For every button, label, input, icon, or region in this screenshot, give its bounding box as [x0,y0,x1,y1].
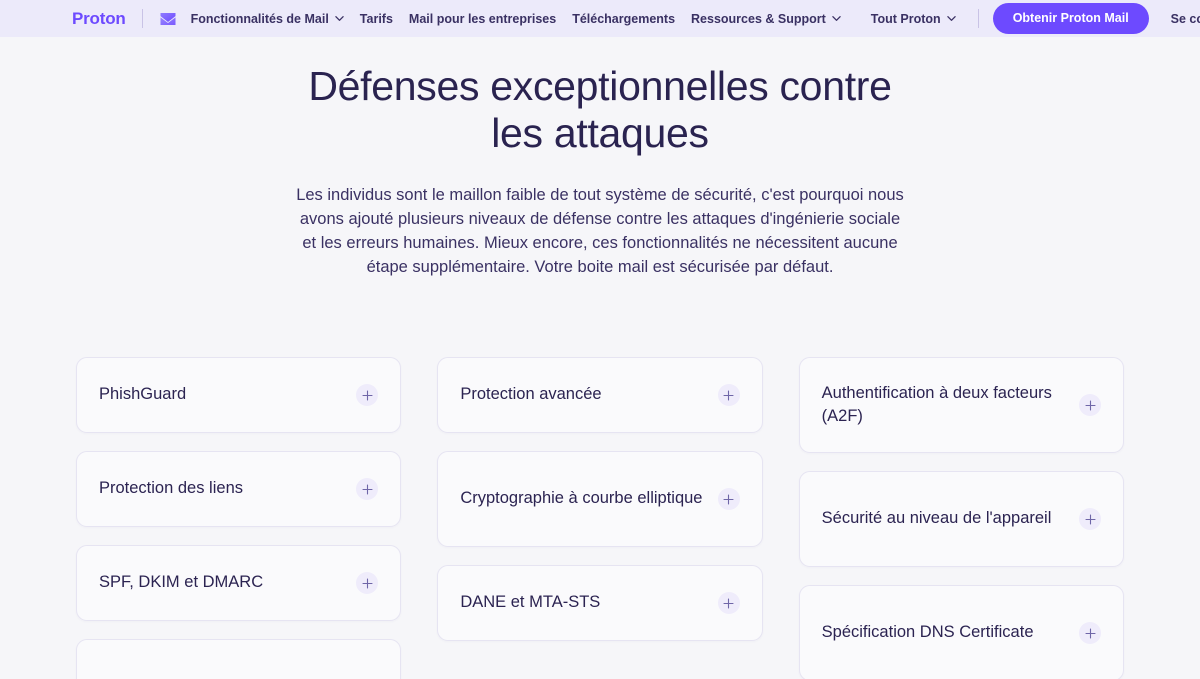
accordion-card[interactable]: Spécification DNS Certificate [798,585,1124,679]
page-subtitle: Les individus sont le maillon faible de … [296,186,904,277]
chevron-down-icon [832,16,841,21]
chevron-down-icon [946,16,956,21]
nav-item-tout-proton[interactable]: Tout Proton [871,8,956,30]
accordion-card-title: Protection avancée [460,385,602,404]
expand-plus-button[interactable] [717,592,740,615]
nav-item-label: Tarifs [359,11,393,26]
plus-icon [723,598,734,609]
plus-icon [362,484,373,495]
feature-column-3: Authentification à deux facteurs (A2F) S… [798,357,1124,679]
accordion-card[interactable]: Authentification à deux facteurs (A2F) [798,357,1124,454]
nav-item-ressources-et-support[interactable]: Ressources & Support [691,8,841,30]
plus-icon [1084,514,1096,525]
accordion-card-title: Protection des liens [99,479,243,498]
expand-plus-button[interactable] [1079,508,1101,531]
nav-item-label: Ressources & Support [691,11,826,26]
nav-right-actions: Obtenir Proton Mail Se connecter [956,3,1200,34]
plus-icon [1084,628,1096,639]
nav-item-tarifs[interactable]: Tarifs [360,8,393,30]
accordion-card[interactable]: Protection des liens [76,451,402,528]
hero-section: Défenses exceptionnelles contre les atta… [0,37,1200,280]
plus-icon [1084,400,1096,411]
accordion-card-title: Authentification à deux facteurs (A2F) [821,383,1052,426]
expand-plus-button[interactable] [1079,394,1101,417]
accordion-card[interactable]: PhishGuard [76,357,402,434]
nav-divider [977,9,979,28]
accordion-card[interactable]: DANE et MTA-STS [437,565,763,642]
plus-icon [723,390,734,401]
accordion-card-title: Spécification DNS Certificate [821,623,1034,642]
plus-icon [723,494,734,505]
page-title: Défenses exceptionnelles contre les atta… [308,63,892,156]
accordion-card-title: Sécurité au niveau de l'appareil [821,509,1052,528]
plus-icon [362,390,373,401]
nav-item-label: Téléchargements [572,11,676,26]
expand-plus-button[interactable] [717,488,740,511]
proton-logo[interactable]: Proton [72,10,126,27]
expand-plus-button[interactable] [717,384,740,407]
proton-mail-envelope-icon [160,12,176,25]
accordion-card[interactable] [76,639,402,679]
chevron-down-icon [335,16,344,21]
accordion-card[interactable]: Cryptographie à courbe elliptique [437,451,763,548]
nav-item-label: Tout Proton [870,11,941,26]
nav-divider [141,9,143,28]
expand-plus-button[interactable] [1079,622,1101,645]
top-navigation-bar: Proton Fonctionnalités de Mail Tarifs Ma… [0,0,1200,37]
accordion-card[interactable]: Sécurité au niveau de l'appareil [798,471,1124,568]
primary-nav-links: Fonctionnalités de Mail Tarifs Mail pour… [159,6,956,32]
sign-in-link[interactable]: Se connecter [1171,12,1200,26]
accordion-card[interactable]: Protection avancée [437,357,763,434]
feature-accordion-grid: PhishGuard Protection des liens SPF, DKI… [0,357,1200,679]
expand-plus-button[interactable] [356,384,379,407]
accordion-card-title: PhishGuard [99,385,187,404]
get-proton-mail-button[interactable]: Obtenir Proton Mail [992,3,1149,34]
accordion-card-title: DANE et MTA-STS [460,593,601,612]
expand-plus-button[interactable] [356,478,379,501]
nav-item-telechargements[interactable]: Téléchargements [572,8,675,30]
accordion-card-title: SPF, DKIM et DMARC [99,573,264,592]
nav-item-fonctionnalites-de-mail[interactable]: Fonctionnalités de Mail [159,6,344,32]
plus-icon [362,578,373,589]
feature-column-1: PhishGuard Protection des liens SPF, DKI… [76,357,402,679]
nav-item-mail-pour-les-entreprises[interactable]: Mail pour les entreprises [409,8,556,30]
feature-column-2: Protection avancée Cryptographie à courb… [437,357,763,642]
nav-item-label: Fonctionnalités de Mail [190,11,329,26]
accordion-card-title: Cryptographie à courbe elliptique [460,489,703,508]
expand-plus-button[interactable] [356,572,379,595]
accordion-card[interactable]: SPF, DKIM et DMARC [76,545,402,622]
proton-wordmark: Proton [72,9,126,28]
nav-item-label: Mail pour les entreprises [408,11,557,26]
